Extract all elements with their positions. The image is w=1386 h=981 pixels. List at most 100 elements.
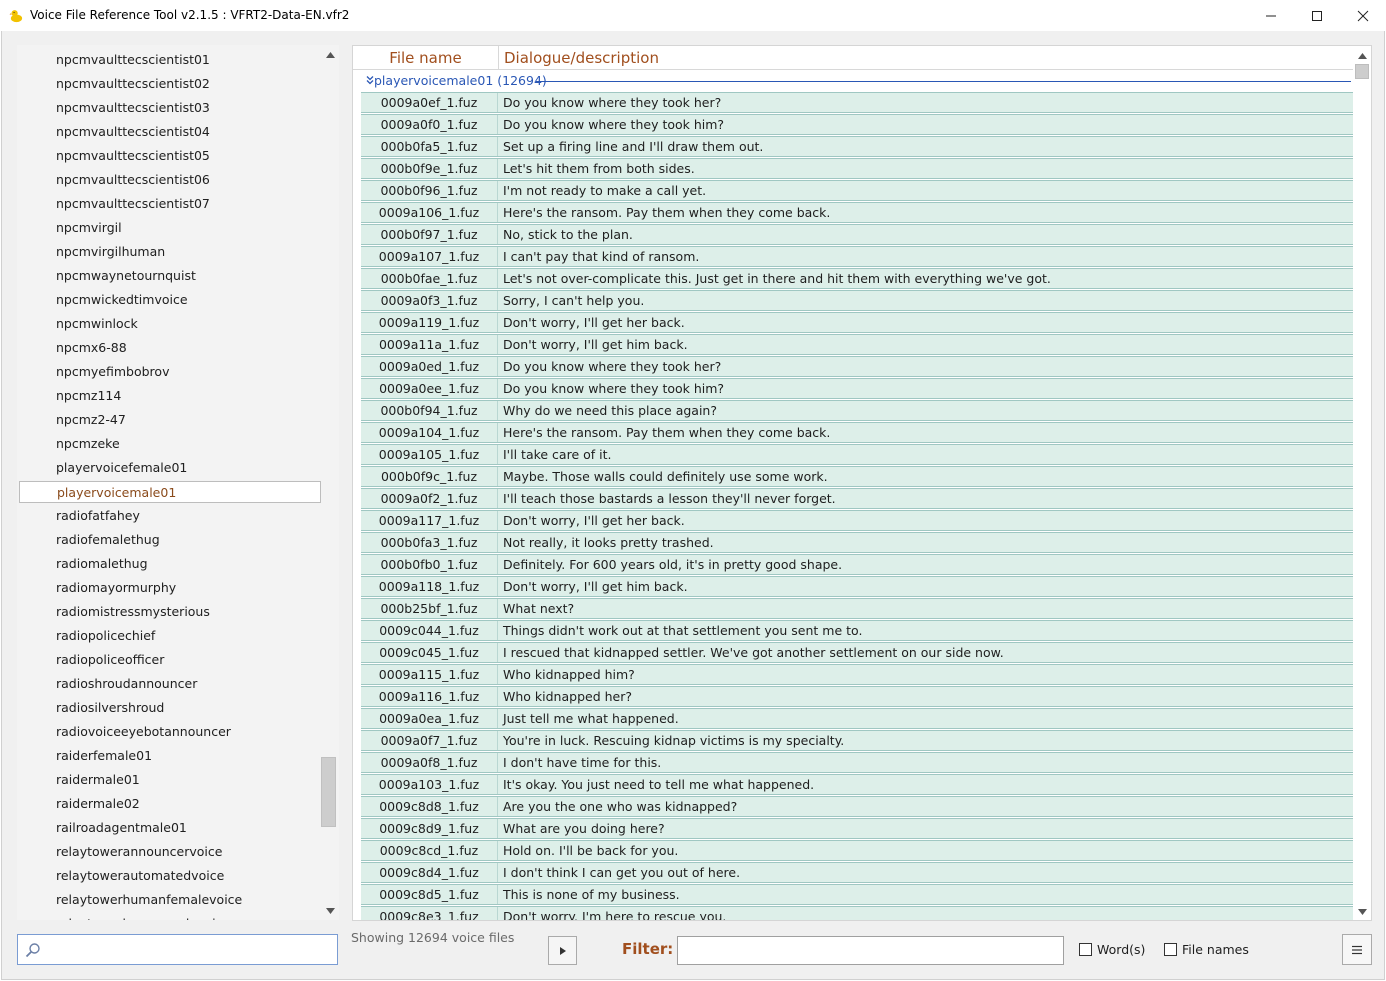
words-checkbox[interactable] (1079, 943, 1092, 956)
search-input[interactable] (17, 934, 338, 965)
column-header-dialogue[interactable]: Dialogue/description (504, 46, 659, 70)
list-item[interactable]: radiomistressmysterious (19, 601, 321, 623)
list-item[interactable]: npcmvirgilhuman (19, 241, 321, 263)
table-row[interactable]: 0009c8d4_1.fuz I don't think I can get yo… (361, 862, 1353, 883)
list-item[interactable]: npcmvaulttecscientist07 (19, 193, 321, 215)
close-button[interactable] (1340, 0, 1386, 31)
list-item[interactable]: playervoicefemale01 (19, 457, 321, 479)
list-item[interactable]: npcmvaulttecscientist01 (19, 49, 321, 71)
list-item[interactable]: npcmvaulttecscientist02 (19, 73, 321, 95)
table-row[interactable]: 0009a117_1.fuz Don't worry, I'll get her … (361, 510, 1353, 531)
list-item[interactable]: radiomayormurphy (19, 577, 321, 599)
menu-button[interactable] (1342, 934, 1372, 965)
table-row[interactable]: 000b0f9c_1.fuz Maybe. Those walls could d… (361, 466, 1353, 487)
list-item[interactable]: npcmwaynetournquist (19, 265, 321, 287)
list-item-selected[interactable]: playervoicemale01 (19, 481, 321, 503)
table-row[interactable]: 0009a0ed_1.fuz Do you know where they too… (361, 356, 1353, 377)
list-item[interactable]: radiomalethug (19, 553, 321, 575)
table-row[interactable]: 000b0fa5_1.fuz Set up a firing line and I… (361, 136, 1353, 157)
list-item[interactable]: radiofemalethug (19, 529, 321, 551)
list-item[interactable]: npcmvaulttecscientist06 (19, 169, 321, 191)
list-item[interactable]: radioshroudannouncer (19, 673, 321, 695)
title-bar: Voice File Reference Tool v2.1.5 : VFRT2… (0, 0, 1386, 31)
table-row[interactable]: 0009a119_1.fuz Don't worry, I'll get her … (361, 312, 1353, 333)
list-item[interactable]: npcmzeke (19, 433, 321, 455)
list-item[interactable]: npcmwickedtimvoice (19, 289, 321, 311)
table-row[interactable]: 0009a0ee_1.fuz Do you know where they too… (361, 378, 1353, 399)
list-item[interactable]: raidermale02 (19, 793, 321, 815)
left-scroll-down-button[interactable] (322, 903, 338, 919)
list-item[interactable]: radiopolicechief (19, 625, 321, 647)
list-item[interactable]: raiderfemale01 (19, 745, 321, 767)
words-checkbox-label[interactable]: Word(s) (1097, 942, 1145, 957)
table-row[interactable]: 0009a0f2_1.fuz I'll teach those bastards … (361, 488, 1353, 509)
table-row[interactable]: 0009a11a_1.fuz Don't worry, I'll get him … (361, 334, 1353, 355)
file-name-cell: 0009c044_1.fuz (361, 621, 498, 640)
table-row[interactable]: 0009a107_1.fuz I can't pay that kind of r… (361, 246, 1353, 267)
table-scroll-up-button[interactable] (1354, 48, 1370, 64)
table-row[interactable]: 0009a0f3_1.fuz Sorry, I can't help you. (361, 290, 1353, 311)
table-row[interactable]: 0009a0f0_1.fuz Do you know where they too… (361, 114, 1353, 135)
list-item[interactable]: railroadagentmale01 (19, 817, 321, 839)
list-item[interactable]: npcmvaulttecscientist05 (19, 145, 321, 167)
table-row[interactable]: 0009a106_1.fuz Here's the ransom. Pay the… (361, 202, 1353, 223)
list-item[interactable]: radiofatfahey (19, 505, 321, 527)
file-names-checkbox-label[interactable]: File names (1182, 942, 1249, 957)
table-row[interactable]: 0009c8e3_1.fuz Don't worry. I'm here to r… (361, 906, 1353, 920)
table-row[interactable]: 0009c044_1.fuz Things didn't work out at … (361, 620, 1353, 641)
table-scrollbar-thumb[interactable] (1355, 64, 1369, 79)
table-row[interactable]: 0009a105_1.fuz I'll take care of it. (361, 444, 1353, 465)
list-item[interactable]: raidermale01 (19, 769, 321, 791)
minimize-button[interactable] (1248, 0, 1294, 31)
table-row[interactable]: 0009a116_1.fuz Who kidnapped her? (361, 686, 1353, 707)
list-item[interactable]: npcmz2-47 (19, 409, 321, 431)
list-item[interactable]: radiosilvershroud (19, 697, 321, 719)
table-row[interactable]: 000b0fb0_1.fuz Definitely. For 600 years … (361, 554, 1353, 575)
table-scroll-down-button[interactable] (1354, 904, 1370, 920)
table-row[interactable]: 0009c8d5_1.fuz This is none of my busines… (361, 884, 1353, 905)
table-row[interactable]: 0009a0f7_1.fuz You're in luck. Rescuing k… (361, 730, 1353, 751)
table-row[interactable]: 000b0f96_1.fuz I'm not ready to make a ca… (361, 180, 1353, 201)
left-scrollbar-thumb[interactable] (321, 757, 336, 827)
table-row[interactable]: 0009a0ef_1.fuz Do you know where they too… (361, 92, 1353, 113)
play-button[interactable] (548, 936, 577, 965)
list-item[interactable]: npcmwinlock (19, 313, 321, 335)
file-names-checkbox[interactable] (1164, 943, 1177, 956)
maximize-button[interactable] (1294, 0, 1340, 31)
list-item[interactable]: radiopoliceofficer (19, 649, 321, 671)
list-item[interactable]: npcmvaulttecscientist04 (19, 121, 321, 143)
table-row[interactable]: 0009a0f8_1.fuz I don't have time for this… (361, 752, 1353, 773)
list-item[interactable]: radiovoiceeyebotannouncer (19, 721, 321, 743)
table-row[interactable]: 000b0fa3_1.fuz Not really, it looks prett… (361, 532, 1353, 553)
voice-type-list[interactable]: npcmvaulttecscientist01 npcmvaulttecscien… (17, 45, 339, 920)
list-item[interactable]: relaytowerhumanmalevoice (19, 913, 321, 920)
list-item[interactable]: npcmvaulttecscientist03 (19, 97, 321, 119)
close-icon (1357, 10, 1369, 21)
list-item[interactable]: npcmyefimbobrov (19, 361, 321, 383)
table-row[interactable]: 0009a104_1.fuz Here's the ransom. Pay the… (361, 422, 1353, 443)
table-row[interactable]: 0009c8d8_1.fuz Are you the one who was ki… (361, 796, 1353, 817)
table-row[interactable]: 000b0fae_1.fuz Let's not over-complicate … (361, 268, 1353, 289)
table-row[interactable]: 0009c8cd_1.fuz Hold on. I'll be back for … (361, 840, 1353, 861)
table-row[interactable]: 0009a118_1.fuz Don't worry, I'll get him … (361, 576, 1353, 597)
list-item[interactable]: npcmvirgil (19, 217, 321, 239)
table-row[interactable]: 000b0f97_1.fuz No, stick to the plan. (361, 224, 1353, 245)
filter-input[interactable] (677, 936, 1064, 965)
column-header-file-name[interactable]: File name (353, 46, 499, 70)
table-row[interactable]: 0009a103_1.fuz It's okay. You just need t… (361, 774, 1353, 795)
list-item[interactable]: npcmx6-88 (19, 337, 321, 359)
list-item[interactable]: relaytowerautomatedvoice (19, 865, 321, 887)
left-scroll-up-button[interactable] (322, 47, 338, 63)
group-header[interactable]: playervoicemale01 (12694) (361, 71, 1351, 92)
table-row[interactable]: 0009a0ea_1.fuz Just tell me what happened… (361, 708, 1353, 729)
list-item[interactable]: relaytowerhumanfemalevoice (19, 889, 321, 911)
list-item[interactable]: relaytowerannouncervoice (19, 841, 321, 863)
table-row[interactable]: 000b0f94_1.fuz Why do we need this place … (361, 400, 1353, 421)
table-row[interactable]: 000b0f9e_1.fuz Let's hit them from both s… (361, 158, 1353, 179)
list-item[interactable]: npcmz114 (19, 385, 321, 407)
table-row[interactable]: 0009a115_1.fuz Who kidnapped him? (361, 664, 1353, 685)
table-row[interactable]: 0009c8d9_1.fuz What are you doing here? (361, 818, 1353, 839)
table-row[interactable]: 0009c045_1.fuz I rescued that kidnapped s… (361, 642, 1353, 663)
table-row[interactable]: 000b25bf_1.fuz What next? (361, 598, 1353, 619)
voice-file-table[interactable]: File name Dialogue/description playervoi… (352, 45, 1372, 921)
